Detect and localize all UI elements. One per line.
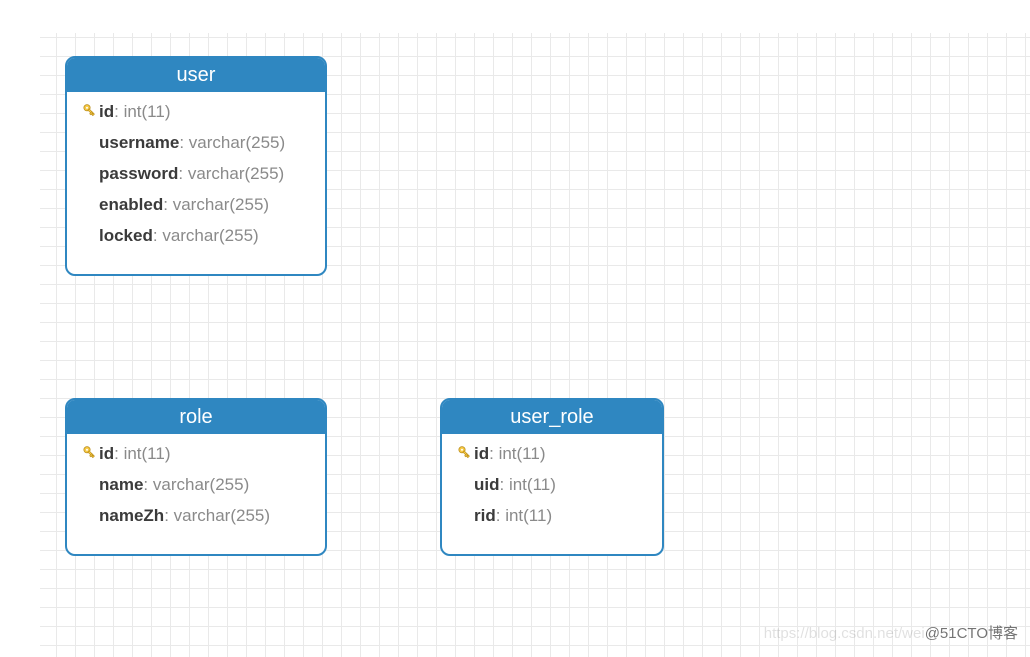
- watermark-faint: https://blog.csdn.net/wei: [764, 625, 925, 642]
- diagram-canvas[interactable]: user id: int(11) username: varchar(255) …: [0, 0, 1030, 657]
- column-row[interactable]: nameZh: varchar(255): [67, 500, 325, 531]
- entity-user-role-title: user_role: [442, 400, 662, 434]
- column-row[interactable]: locked: varchar(255): [67, 220, 325, 251]
- watermark-strong: @51CTO博客: [925, 625, 1018, 642]
- entity-user[interactable]: user id: int(11) username: varchar(255) …: [65, 56, 327, 276]
- column-text: uid: int(11): [474, 475, 556, 495]
- column-row[interactable]: rid: int(11): [442, 500, 662, 531]
- column-row[interactable]: uid: int(11): [442, 469, 662, 500]
- entity-user-role-columns: id: int(11) uid: int(11) rid: int(11): [442, 434, 662, 537]
- column-text: password: varchar(255): [99, 164, 284, 184]
- column-text: id: int(11): [99, 444, 171, 464]
- column-text: locked: varchar(255): [99, 226, 259, 246]
- entity-role-columns: id: int(11) name: varchar(255) nameZh: v…: [67, 434, 325, 537]
- column-row[interactable]: id: int(11): [67, 438, 325, 469]
- watermark: https://blog.csdn.net/wei@51CTO博客: [764, 622, 1018, 643]
- entity-user-columns: id: int(11) username: varchar(255) passw…: [67, 92, 325, 257]
- column-text: rid: int(11): [474, 506, 552, 526]
- column-row[interactable]: password: varchar(255): [67, 158, 325, 189]
- column-text: username: varchar(255): [99, 133, 285, 153]
- column-text: nameZh: varchar(255): [99, 506, 270, 526]
- column-text: enabled: varchar(255): [99, 195, 269, 215]
- column-text: id: int(11): [474, 444, 546, 464]
- primary-key-icon: [75, 103, 99, 121]
- entity-role-title: role: [67, 400, 325, 434]
- primary-key-icon: [450, 445, 474, 463]
- entity-user-role[interactable]: user_role id: int(11) uid: int(11) rid: …: [440, 398, 664, 556]
- column-text: name: varchar(255): [99, 475, 249, 495]
- entity-user-title: user: [67, 58, 325, 92]
- column-row[interactable]: enabled: varchar(255): [67, 189, 325, 220]
- primary-key-icon: [75, 445, 99, 463]
- entity-role[interactable]: role id: int(11) name: varchar(255) name…: [65, 398, 327, 556]
- column-row[interactable]: name: varchar(255): [67, 469, 325, 500]
- column-row[interactable]: username: varchar(255): [67, 127, 325, 158]
- column-text: id: int(11): [99, 102, 171, 122]
- column-row[interactable]: id: int(11): [442, 438, 662, 469]
- column-row[interactable]: id: int(11): [67, 96, 325, 127]
